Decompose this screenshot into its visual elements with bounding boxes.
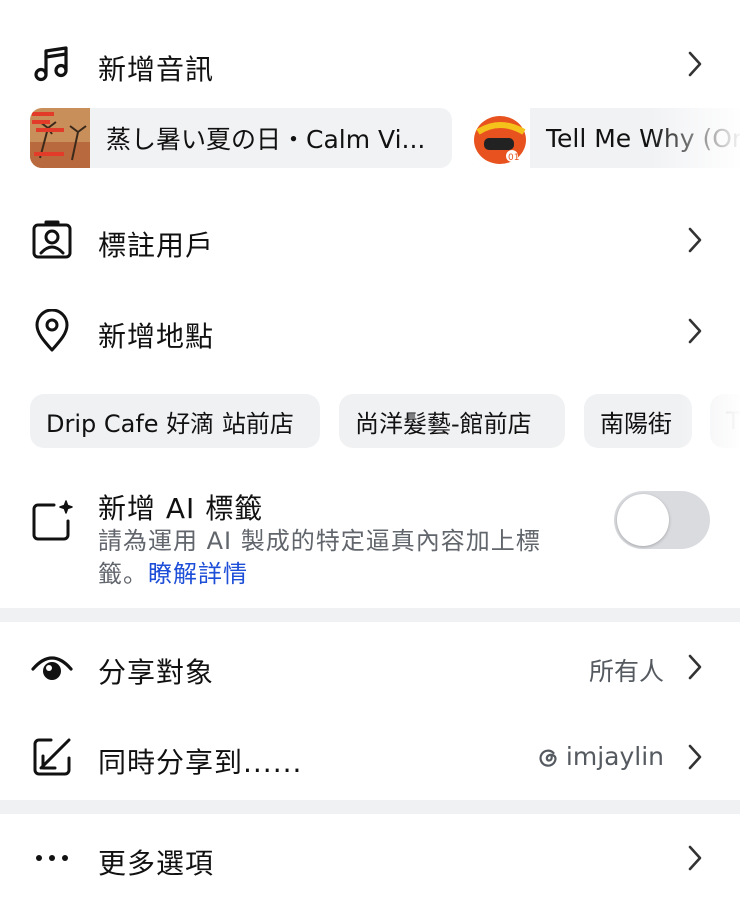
ai-sparkle-square-icon [30, 499, 74, 543]
location-pin-icon [30, 309, 74, 353]
share-to-label: 同時分享到...... [98, 746, 303, 779]
audience-label: 分享對象 [98, 656, 215, 689]
ai-label-section: 新增 AI 標籤 請為運用 AI 製成的特定逼真內容加上標籤。瞭解詳情 [0, 485, 740, 595]
music-title: 蒸し暑い夏の日・Calm Vi... [106, 125, 426, 154]
chevron-right-icon [684, 740, 706, 774]
eye-icon [30, 645, 74, 689]
section-divider [0, 608, 740, 622]
chevron-right-icon [684, 314, 706, 348]
toggle-knob [617, 494, 669, 546]
music-suggestions: 蒸し暑い夏の日・Calm Vi... 01 Tell Me Why (Or [0, 108, 740, 168]
chevron-right-icon [684, 223, 706, 257]
ai-label-toggle[interactable] [614, 491, 710, 549]
ai-label-title: 新增 AI 標籤 [98, 492, 264, 525]
more-options-label: 更多選項 [98, 847, 215, 880]
chevron-right-icon [684, 47, 706, 81]
location-chip[interactable]: T [710, 394, 740, 448]
tag-person-icon [30, 218, 74, 262]
audience-row[interactable]: 分享對象 所有人 [0, 641, 740, 693]
album-cover: 01 [470, 108, 530, 168]
add-audio-row[interactable]: 新增音訊 [0, 38, 740, 90]
add-location-row[interactable]: 新增地點 [0, 305, 740, 357]
more-options-row[interactable]: 更多選項 [0, 832, 740, 884]
threads-account: imjaylin [565, 742, 664, 771]
album-cover [30, 108, 90, 168]
share-to-value: imjaylin [538, 742, 664, 771]
location-chip[interactable]: Drip Cafe 好滴 站前店 [30, 394, 320, 448]
chevron-right-icon [684, 841, 706, 875]
tag-people-label: 標註用戶 [98, 229, 215, 262]
ai-label-description: 請為運用 AI 製成的特定逼真內容加上標籤。瞭解詳情 [98, 525, 578, 591]
chevron-right-icon [684, 650, 706, 684]
section-divider [0, 800, 740, 814]
location-chip[interactable]: 南陽街 [584, 394, 692, 448]
share-to-row[interactable]: 同時分享到...... imjaylin [0, 731, 740, 783]
music-note-icon [30, 42, 74, 86]
location-suggestions: Drip Cafe 好滴 站前店 尚洋髮藝-館前店 南陽街 T [0, 394, 740, 448]
share-out-icon [30, 735, 74, 779]
threads-icon [538, 747, 558, 767]
svg-text:01: 01 [508, 153, 519, 163]
more-dots-icon [30, 836, 74, 880]
music-title: Tell Me Why (Or [546, 123, 740, 153]
music-chip[interactable]: 蒸し暑い夏の日・Calm Vi... [30, 108, 452, 168]
audience-value: 所有人 [588, 657, 664, 686]
tag-people-row[interactable]: 標註用戶 [0, 214, 740, 266]
learn-more-link[interactable]: 瞭解詳情 [148, 560, 248, 588]
location-chip[interactable]: 尚洋髮藝-館前店 [339, 394, 565, 448]
add-audio-label: 新增音訊 [98, 53, 215, 86]
music-chip[interactable]: 01 Tell Me Why (Or [470, 108, 740, 168]
add-location-label: 新增地點 [98, 320, 215, 353]
